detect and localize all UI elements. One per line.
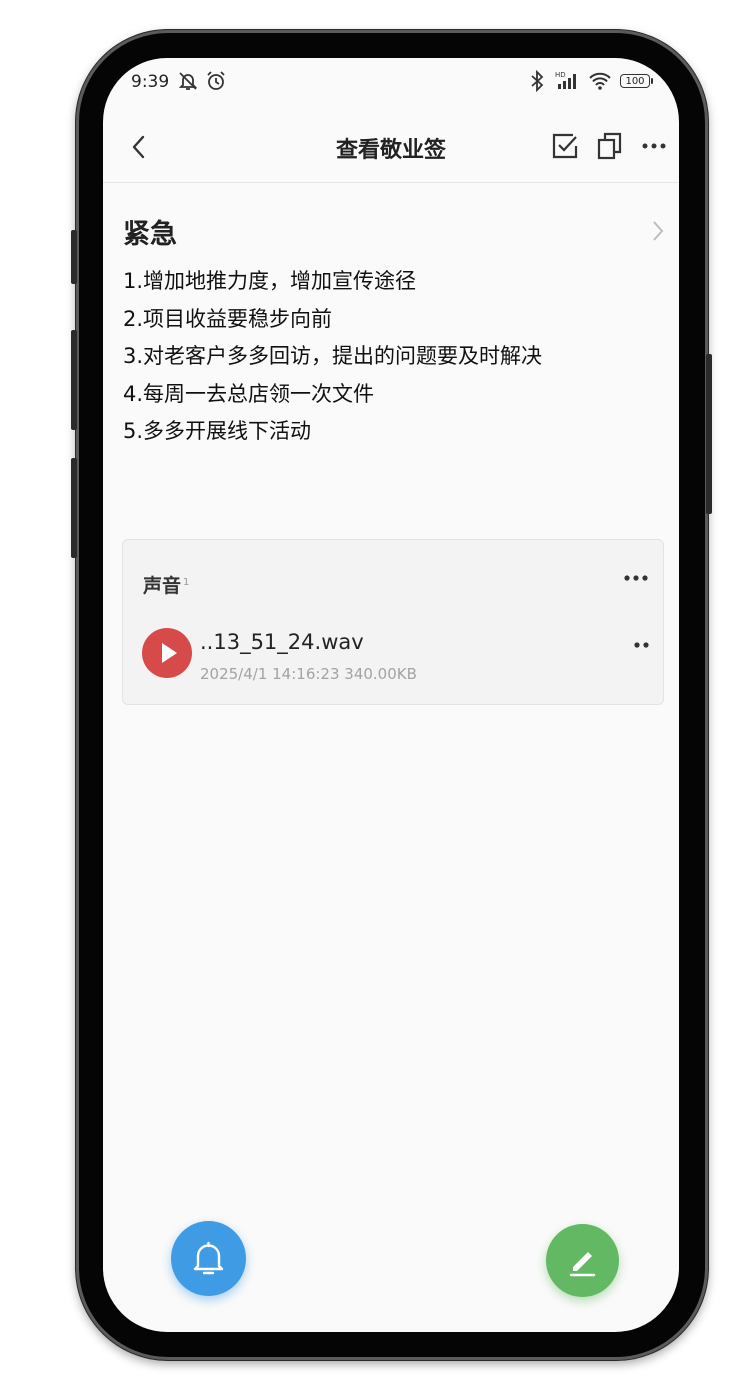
status-bar: 9:39 HD 100	[103, 58, 679, 108]
svg-text:HD: HD	[555, 71, 566, 79]
more-icon[interactable]	[638, 130, 670, 162]
edit-fab[interactable]	[546, 1224, 619, 1297]
reminder-fab[interactable]	[171, 1221, 246, 1296]
audio-attachment-card: 声音 1 ..13_51_24.wav 2025/4/1 14:16:23 340…	[122, 539, 664, 705]
phone-side-button	[71, 230, 77, 284]
note-line: 4.每周一去总店领一次文件	[123, 381, 375, 406]
more-icon[interactable]	[623, 568, 649, 588]
edit-icon	[569, 1252, 596, 1277]
note-body: 1.增加地推力度，增加宣传途径 2.项目收益要稳步向前 3.对老客户多多回访，提…	[123, 263, 542, 451]
battery-level: 100	[620, 74, 650, 88]
page-title: 查看敬业签	[335, 138, 446, 163]
wifi-icon	[589, 72, 611, 90]
audio-file-name[interactable]: ..13_51_24.wav	[200, 630, 364, 654]
note-line: 1.增加地推力度，增加宣传途径	[123, 269, 417, 293]
file-options-icon[interactable]	[633, 638, 651, 652]
phone-volume-down-button	[71, 458, 77, 558]
hd-signal-icon: HD	[555, 71, 576, 89]
audio-section-header: 声音 1	[143, 571, 189, 598]
note-line: 5.多多开展线下活动	[123, 419, 312, 443]
mute-icon	[178, 72, 198, 90]
play-button[interactable]	[142, 628, 192, 678]
copy-icon[interactable]	[594, 130, 626, 162]
phone-volume-up-button	[71, 330, 77, 430]
alarm-icon	[207, 71, 225, 90]
status-time: 9:39	[131, 72, 170, 92]
note-line: 2.项目收益要稳步向前	[123, 306, 333, 331]
audio-section-label: 声音	[143, 575, 182, 597]
audio-file-meta: 2025/4/1 14:16:23 340.00KB	[200, 665, 417, 683]
audio-count: 1	[183, 576, 190, 588]
note-line: 3.对老客户多多回访，提出的问题要及时解决	[123, 344, 543, 368]
play-icon	[162, 643, 177, 663]
check-square-icon[interactable]	[549, 130, 581, 162]
app-screen: 9:39 HD 100 查看敬业签 紧急 1.增加地推力度，增加宣传途径 2.项…	[103, 58, 679, 1332]
bluetooth-icon	[531, 70, 544, 92]
bell-icon	[193, 1241, 224, 1275]
phone-power-button	[706, 354, 712, 514]
top-app-bar: 查看敬业签	[103, 118, 679, 183]
chevron-right-icon[interactable]	[649, 220, 667, 242]
battery-icon: 100	[620, 74, 653, 88]
note-title: 紧急	[123, 219, 177, 250]
